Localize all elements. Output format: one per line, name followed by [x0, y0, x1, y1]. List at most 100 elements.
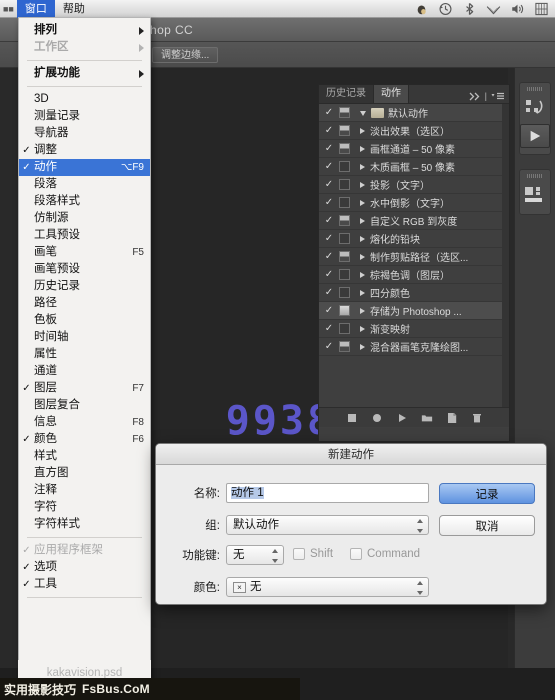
action-enabled-checkmark[interactable]: ✓	[322, 305, 336, 316]
action-dialog-toggle[interactable]	[339, 287, 350, 298]
menu-item-历史记录[interactable]: 历史记录	[19, 278, 150, 295]
tab-actions[interactable]: 动作	[374, 85, 409, 103]
action-row[interactable]: ✓画框通道 – 50 像素	[319, 140, 509, 158]
history-undo-icon[interactable]	[520, 95, 550, 121]
action-enabled-checkmark[interactable]: ✓	[322, 341, 336, 352]
action-enabled-checkmark[interactable]: ✓	[322, 251, 336, 262]
disclosure-triangle-closed-icon[interactable]	[360, 254, 365, 260]
menu-item-工具预设[interactable]: 工具预设	[19, 227, 150, 244]
action-dialog-toggle[interactable]	[339, 269, 350, 280]
menu-item-工具[interactable]: ✓工具	[19, 576, 150, 593]
dock-play-button[interactable]	[520, 124, 550, 148]
refine-edge-button[interactable]: 调整边缘...	[152, 47, 218, 63]
command-checkbox-row[interactable]: Command	[350, 548, 420, 560]
menu-item-排列[interactable]: 排列	[19, 22, 150, 39]
shift-checkbox-row[interactable]: Shift	[293, 548, 333, 560]
input-source-icon[interactable]	[534, 2, 549, 16]
disclosure-triangle-closed-icon[interactable]	[360, 236, 365, 242]
disclosure-triangle-closed-icon[interactable]	[360, 146, 365, 152]
menu-item-测量记录[interactable]: 测量记录	[19, 108, 150, 125]
action-dialog-toggle[interactable]	[339, 107, 350, 118]
tab-history[interactable]: 历史记录	[319, 85, 374, 103]
new-action-dialog[interactable]: 新建动作 名称: 动作 1 组: 默认动作 功能键: 无	[155, 443, 547, 605]
disclosure-triangle-closed-icon[interactable]	[360, 290, 365, 296]
fkey-select[interactable]: 无	[226, 545, 284, 565]
shift-checkbox[interactable]	[293, 548, 305, 560]
action-enabled-checkmark[interactable]: ✓	[322, 161, 336, 172]
double-chevron-right-icon[interactable]	[469, 92, 481, 101]
action-row[interactable]: ✓存储为 Photoshop ...	[319, 302, 509, 320]
set-select-stepper[interactable]	[416, 519, 424, 533]
disclosure-triangle-open-icon[interactable]	[360, 111, 366, 116]
action-enabled-checkmark[interactable]: ✓	[322, 143, 336, 154]
action-dialog-toggle[interactable]	[339, 323, 350, 334]
stop-icon[interactable]	[346, 412, 358, 424]
actions-panel[interactable]: 历史记录 动作 | ✓默认动作✓淡出效果（选区）✓画框通道 – 50 像素✓木质…	[318, 84, 510, 442]
menu-item-仿制源[interactable]: 仿制源	[19, 210, 150, 227]
action-dialog-toggle[interactable]	[339, 161, 350, 172]
delete-trash-icon[interactable]	[471, 412, 483, 424]
action-dialog-toggle[interactable]	[339, 125, 350, 136]
menu-item-段落[interactable]: 段落	[19, 176, 150, 193]
window-menu-dropdown[interactable]: 排列工作区扩展功能 3D测量记录导航器✓调整✓动作⌥F9段落段落样式仿制源工具预设…	[18, 17, 151, 687]
record-button[interactable]: 记录	[439, 483, 535, 504]
disclosure-triangle-closed-icon[interactable]	[360, 272, 365, 278]
action-enabled-checkmark[interactable]: ✓	[322, 179, 336, 190]
dock-drag-grip-2[interactable]	[527, 174, 543, 178]
menu-item-注释[interactable]: 注释	[19, 482, 150, 499]
action-enabled-checkmark[interactable]: ✓	[322, 107, 336, 118]
panel-menu-icon[interactable]	[491, 92, 505, 101]
action-row[interactable]: ✓棕褐色调（图层）	[319, 266, 509, 284]
action-row[interactable]: ✓水中倒影（文字）	[319, 194, 509, 212]
action-row[interactable]: ✓混合器画笔克隆绘图...	[319, 338, 509, 356]
action-enabled-checkmark[interactable]: ✓	[322, 215, 336, 226]
menu-item-段落样式[interactable]: 段落样式	[19, 193, 150, 210]
menu-item-工作区[interactable]: 工作区	[19, 39, 150, 56]
action-row[interactable]: ✓熔化的铅块	[319, 230, 509, 248]
menu-item-字符样式[interactable]: 字符样式	[19, 516, 150, 533]
cancel-button[interactable]: 取消	[439, 515, 535, 536]
menu-item-调整[interactable]: ✓调整	[19, 142, 150, 159]
disclosure-triangle-closed-icon[interactable]	[360, 128, 365, 134]
wifi-icon[interactable]	[486, 2, 501, 16]
disclosure-triangle-closed-icon[interactable]	[360, 200, 365, 206]
disclosure-triangle-closed-icon[interactable]	[360, 182, 365, 188]
action-dialog-toggle[interactable]	[339, 233, 350, 244]
dock-drag-grip[interactable]	[527, 87, 543, 91]
menu-item-画笔预设[interactable]: 画笔预设	[19, 261, 150, 278]
actions-scrollbar[interactable]	[502, 104, 509, 407]
bluetooth-icon[interactable]	[462, 2, 477, 16]
menu-item-图层[interactable]: ✓图层F7	[19, 380, 150, 397]
record-icon[interactable]	[371, 412, 383, 424]
menu-item-3D[interactable]: 3D	[19, 91, 150, 108]
apple-menu-icon[interactable]: ■■	[0, 0, 17, 18]
action-row[interactable]: ✓四分颜色	[319, 284, 509, 302]
action-row[interactable]: ✓木质画框 – 50 像素	[319, 158, 509, 176]
action-row[interactable]: ✓自定义 RGB 到灰度	[319, 212, 509, 230]
volume-icon[interactable]	[510, 2, 525, 16]
action-row[interactable]: ✓投影（文字）	[319, 176, 509, 194]
action-dialog-toggle[interactable]	[339, 215, 350, 226]
action-row[interactable]: ✓制作剪贴路径（选区...	[319, 248, 509, 266]
set-select[interactable]: 默认动作	[226, 515, 429, 535]
name-input[interactable]: 动作 1	[226, 483, 429, 503]
play-icon[interactable]	[396, 412, 408, 424]
menu-item-动作[interactable]: ✓动作⌥F9	[19, 159, 150, 176]
menu-item-导航器[interactable]: 导航器	[19, 125, 150, 142]
action-dialog-toggle[interactable]	[339, 305, 350, 316]
menu-item-信息[interactable]: 信息F8	[19, 414, 150, 431]
disclosure-triangle-closed-icon[interactable]	[360, 308, 365, 314]
disclosure-triangle-closed-icon[interactable]	[360, 326, 365, 332]
menu-item-扩展功能[interactable]: 扩展功能	[19, 65, 150, 82]
menu-item-通道[interactable]: 通道	[19, 363, 150, 380]
action-enabled-checkmark[interactable]: ✓	[322, 323, 336, 334]
menu-item-样式[interactable]: 样式	[19, 448, 150, 465]
color-select[interactable]: × 无	[226, 577, 429, 597]
menubar-item-help[interactable]: 帮助	[55, 0, 93, 18]
menubar-item-window[interactable]: 窗口	[17, 0, 55, 18]
menu-item-颜色[interactable]: ✓颜色F6	[19, 431, 150, 448]
dropbox-icon[interactable]	[414, 2, 429, 16]
disclosure-triangle-closed-icon[interactable]	[360, 164, 365, 170]
dock-group-history[interactable]	[519, 82, 551, 155]
menu-item-直方图[interactable]: 直方图	[19, 465, 150, 482]
